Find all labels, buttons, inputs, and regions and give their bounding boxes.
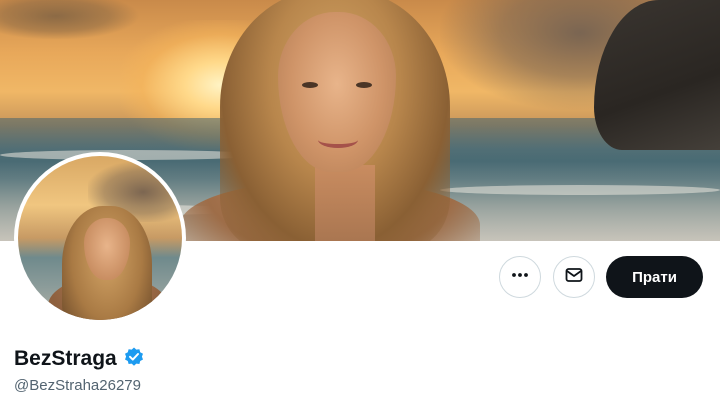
banner-person (180, 0, 480, 241)
banner-clouds-left (0, 0, 140, 40)
profile-name-row: BezStraga (14, 344, 145, 374)
banner-wave (440, 185, 720, 195)
more-horizontal-icon (510, 265, 530, 290)
profile-handle: @BezStraha26279 (14, 377, 141, 394)
follow-button[interactable]: Прати (606, 256, 703, 298)
verified-badge-icon[interactable] (123, 346, 145, 373)
display-name: BezStraga (14, 347, 117, 370)
envelope-icon (564, 265, 584, 290)
message-button[interactable] (553, 256, 595, 298)
more-options-button[interactable] (499, 256, 541, 298)
avatar-image (18, 156, 182, 320)
profile-avatar[interactable] (14, 152, 186, 324)
